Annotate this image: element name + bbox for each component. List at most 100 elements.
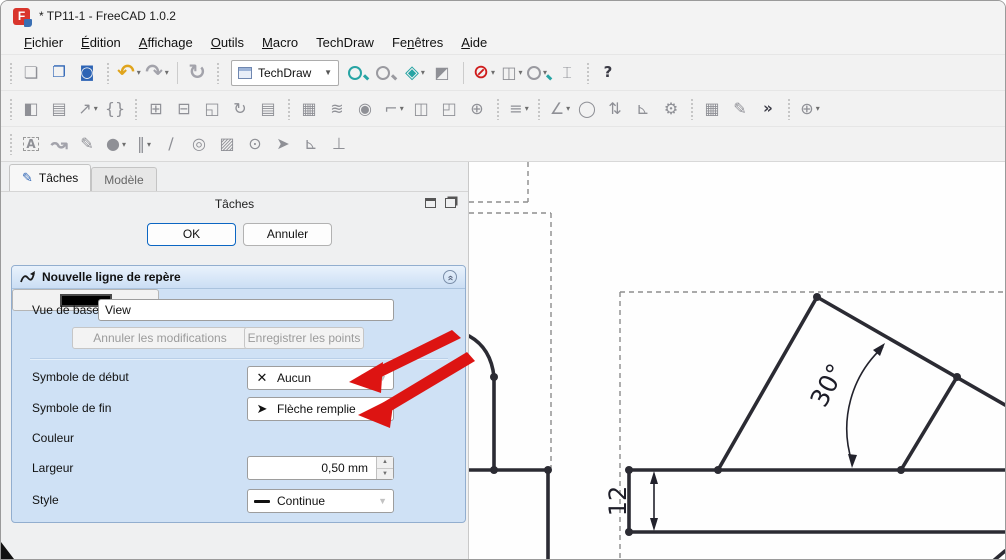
sync-view-icon[interactable]: ◩ xyxy=(430,59,456,87)
redraw-page-icon[interactable]: ↻ xyxy=(228,95,254,123)
fit-all-icon[interactable] xyxy=(346,59,372,87)
workbench-selector[interactable]: TechDraw ▼ xyxy=(231,60,339,86)
page-template-icon[interactable]: ⊟ xyxy=(172,95,198,123)
style-combobox[interactable]: Continue ▼ xyxy=(247,489,394,513)
menu-techdraw[interactable]: TechDraw xyxy=(307,33,383,52)
annotation-icon[interactable]: A xyxy=(19,130,45,158)
start-symbol-combobox[interactable]: ✕ Aucun ▼ xyxy=(247,366,394,390)
grip xyxy=(216,62,221,84)
leader-line-icon[interactable]: ↝ xyxy=(47,130,73,158)
cosmetic-vertex-icon[interactable]: ●▾ xyxy=(103,130,129,158)
extent-dimension-icon[interactable]: ⊾ xyxy=(631,95,657,123)
dimension-list-icon[interactable]: ≡▾ xyxy=(506,95,532,123)
spin-up-icon[interactable]: ▲ xyxy=(377,457,393,469)
chain-dimension-icon[interactable]: ⇅ xyxy=(603,95,629,123)
length-dimension[interactable]: 12 xyxy=(604,471,658,531)
ok-button[interactable]: OK xyxy=(147,223,236,246)
menu-fenetres[interactable]: Fenêtres xyxy=(383,33,452,52)
cosmetic-line-icon[interactable]: ∕ xyxy=(159,130,185,158)
drawing-viewport[interactable]: 12 30° xyxy=(469,162,1005,559)
toolbar-overflow[interactable]: » xyxy=(756,95,782,123)
menu-edition[interactable]: Édition xyxy=(72,33,130,52)
change-appearance-icon[interactable]: ▨ xyxy=(215,130,241,158)
grip xyxy=(586,62,591,84)
surface-finish-icon[interactable]: ⊥ xyxy=(327,130,353,158)
insert-view-icon[interactable]: ▦ xyxy=(297,95,323,123)
section-view-icon[interactable]: ⌐▾ xyxy=(381,95,407,123)
leader-line-icon xyxy=(20,271,36,283)
width-value: 0,50 mm xyxy=(248,457,376,479)
end-symbol-label: Symbole de fin xyxy=(32,401,111,415)
new-document-icon[interactable]: ❏ xyxy=(19,59,45,87)
start-symbol-label: Symbole de début xyxy=(32,370,129,384)
color-label: Couleur xyxy=(32,431,74,445)
angle-dimension[interactable]: 30° xyxy=(804,343,885,468)
insert-part-icon[interactable]: ◧ xyxy=(19,95,45,123)
radius-dimension-icon[interactable]: ◯ xyxy=(575,95,601,123)
refresh-icon[interactable]: ↻ xyxy=(185,59,211,87)
no-symbol-icon: ✕ xyxy=(254,370,270,386)
end-symbol-combobox[interactable]: ➤ Flèche remplie ▼ xyxy=(247,397,394,421)
new-group-icon[interactable]: ▤ xyxy=(47,95,73,123)
dock-panel-icon[interactable] xyxy=(425,198,436,208)
page-export-icon[interactable]: ◱ xyxy=(200,95,226,123)
camera-view-icon[interactable]: ◉ xyxy=(353,95,379,123)
base-view-input[interactable]: View xyxy=(98,299,394,321)
sep xyxy=(177,62,178,84)
start-symbol-value: Aucun xyxy=(277,371,371,385)
view-cube-icon[interactable]: ◫▾ xyxy=(499,59,525,87)
annotation-edit-icon[interactable]: ✎ xyxy=(728,95,754,123)
print-icon[interactable]: ▤ xyxy=(256,95,282,123)
technical-drawing: 12 30° xyxy=(469,162,1005,560)
detail-cube-icon[interactable]: ◫ xyxy=(409,95,435,123)
arrow-symbol-icon[interactable]: ➤ xyxy=(271,130,297,158)
measure-caliper-icon[interactable]: ⌶ xyxy=(555,59,581,87)
cancel-button[interactable]: Annuler xyxy=(243,223,332,246)
menu-bar: Fichier Édition Affichage Outils Macro T… xyxy=(1,31,1005,54)
show-hide-icon[interactable]: ⊙ xyxy=(243,130,269,158)
menu-aide[interactable]: Aide xyxy=(452,33,496,52)
spin-down-icon[interactable]: ▼ xyxy=(377,469,393,480)
save-points-button[interactable]: Enregistrer les points xyxy=(244,327,364,349)
save-icon[interactable]: ◙ xyxy=(75,59,101,87)
menu-fichier[interactable]: Fichier xyxy=(15,33,72,52)
divider xyxy=(30,358,448,359)
open-document-icon[interactable]: ❐ xyxy=(47,59,73,87)
navigation-block-icon[interactable]: ⊘▾ xyxy=(471,59,497,87)
new-page-icon[interactable]: ⊞ xyxy=(144,95,170,123)
axonometric-view-icon[interactable]: ◈▾ xyxy=(402,59,428,87)
axis-target-icon[interactable]: ⊕▾ xyxy=(797,95,823,123)
pencil-icon: ✎ xyxy=(22,170,33,186)
repair-dimension-icon[interactable]: ⚙ xyxy=(659,95,685,123)
collapse-chevron-icon[interactable]: « xyxy=(443,270,457,284)
tab-modele-label: Modèle xyxy=(104,173,143,187)
menu-macro[interactable]: Macro xyxy=(253,33,307,52)
whats-this-icon[interactable]: ? xyxy=(596,59,622,87)
search-zoom-icon[interactable]: ▾ xyxy=(527,59,553,87)
weld-symbol-icon[interactable]: ⊾ xyxy=(299,130,325,158)
undo-icon[interactable]: ↶▾ xyxy=(116,59,142,87)
projection-group-icon[interactable]: ≋ xyxy=(325,95,351,123)
macro-braces-icon[interactable]: {} xyxy=(103,95,129,123)
style-value: Continue xyxy=(277,494,371,508)
width-spinbox[interactable]: 0,50 mm ▲ ▼ xyxy=(247,456,394,480)
spreadsheet-view-icon[interactable]: ▦ xyxy=(700,95,726,123)
tab-modele[interactable]: Modèle xyxy=(91,167,156,191)
center-circle-icon[interactable]: ◎ xyxy=(187,130,213,158)
add-view-icon[interactable]: ⊕ xyxy=(465,95,491,123)
tab-taches[interactable]: ✎ Tâches xyxy=(9,164,91,191)
float-panel-icon[interactable] xyxy=(445,198,456,208)
zoom-selection-icon[interactable] xyxy=(374,59,400,87)
rich-annotation-icon[interactable]: ✎ xyxy=(75,130,101,158)
centerline-icon[interactable]: ‖▾ xyxy=(131,130,157,158)
discard-changes-button[interactable]: Annuler les modifications xyxy=(72,327,248,349)
export-page-icon[interactable]: ↗▾ xyxy=(75,95,101,123)
groupbox-header[interactable]: Nouvelle ligne de repère « xyxy=(12,266,465,289)
clip-group-icon[interactable]: ◰ xyxy=(437,95,463,123)
menu-affichage[interactable]: Affichage xyxy=(130,33,202,52)
sep xyxy=(463,62,464,84)
redo-icon[interactable]: ↷▾ xyxy=(144,59,170,87)
menu-outils[interactable]: Outils xyxy=(202,33,253,52)
grip xyxy=(134,98,139,120)
angle-dimension-icon[interactable]: ∠▾ xyxy=(547,95,573,123)
